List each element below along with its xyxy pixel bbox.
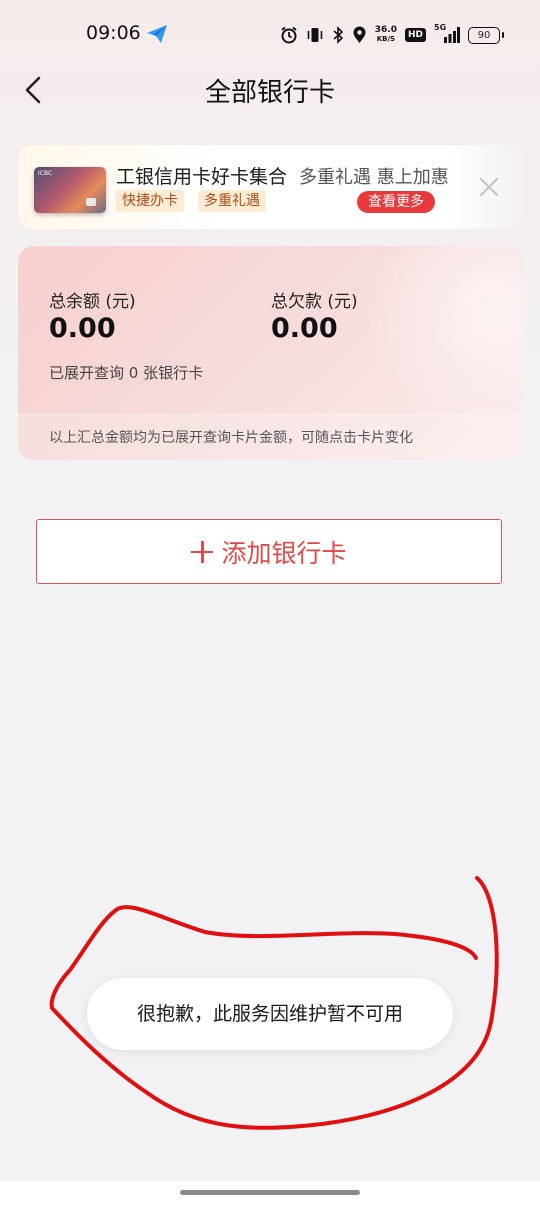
- nav-bar: 全部银行卡: [0, 60, 540, 120]
- status-icons: 36.0 KB/S HD 5G 90: [280, 22, 504, 48]
- balance-summary-card: 总余额 (元) 0.00 总欠款 (元) 0.00 已展开查询 0 张银行卡 以…: [18, 246, 522, 460]
- card-chip: [86, 198, 96, 206]
- credit-card-image: ICBC: [34, 167, 106, 213]
- card-logo: ICBC: [38, 170, 53, 177]
- network-speed: 36.0 KB/S: [375, 26, 397, 44]
- battery-icon: 90: [468, 26, 504, 44]
- status-bar: 09:06 36.0 KB/S HD 5G 90: [0, 0, 540, 68]
- promo-banner[interactable]: ICBC 工银信用卡好卡集合 多重礼遇 惠上加惠 快捷办卡 多重礼遇 查看更多: [18, 145, 522, 229]
- network-speed-unit: KB/S: [376, 35, 396, 43]
- location-icon: [353, 26, 366, 43]
- add-bank-card-button[interactable]: 添加银行卡: [36, 519, 502, 584]
- vibrate-icon: [307, 28, 323, 42]
- toast-message: 很抱歉，此服务因维护暂不可用: [87, 978, 453, 1050]
- network-speed-value: 36.0: [374, 25, 397, 35]
- home-indicator[interactable]: [180, 1190, 360, 1195]
- add-bank-card-label: 添加银行卡: [221, 538, 347, 568]
- opened-cards-count: 已展开查询 0 张银行卡: [49, 364, 204, 382]
- promo-title: 工银信用卡好卡集合: [116, 166, 288, 188]
- bluetooth-icon: [333, 26, 343, 44]
- total-debt-label: 总欠款 (元): [271, 292, 358, 312]
- status-time: 09:06: [86, 22, 141, 44]
- plus-icon: [191, 540, 214, 563]
- total-balance-label: 总余额 (元): [49, 292, 136, 312]
- total-debt-value: 0.00: [271, 313, 338, 344]
- close-icon[interactable]: [478, 176, 500, 198]
- hd-badge: HD: [404, 28, 426, 42]
- page-title: 全部银行卡: [204, 78, 335, 108]
- total-balance-value: 0.00: [49, 313, 116, 344]
- send-plane-icon: [147, 25, 167, 43]
- view-more-button[interactable]: 查看更多: [357, 191, 435, 213]
- alarm-icon: [281, 26, 297, 44]
- promo-tag: 快捷办卡: [116, 190, 184, 212]
- signal-5g-icon: 5G: [434, 23, 460, 45]
- summary-footer-note: 以上汇总金额均为已展开查询卡片金额，可随点击卡片变化: [49, 430, 413, 446]
- summary-footer: 以上汇总金额均为已展开查询卡片金额，可随点击卡片变化: [18, 414, 522, 460]
- promo-subtitle: 多重礼遇 惠上加惠: [299, 167, 449, 188]
- promo-tag: 多重礼遇: [198, 190, 266, 212]
- battery-level: 90: [477, 29, 491, 41]
